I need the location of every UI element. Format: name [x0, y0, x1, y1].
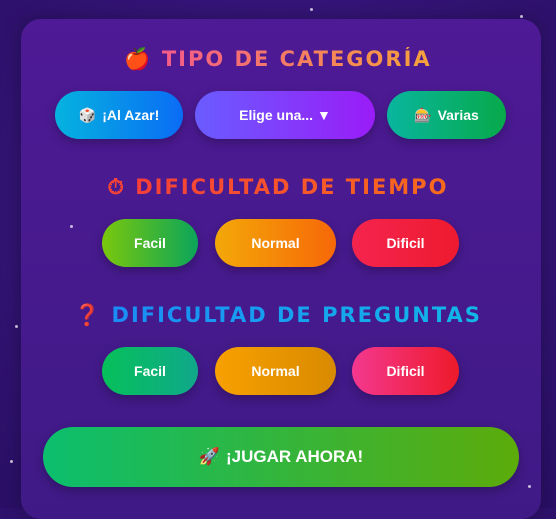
- play-now-button[interactable]: 🚀 ¡JUGAR AHORA!: [43, 427, 519, 487]
- questions-easy-button[interactable]: Facil: [102, 347, 198, 395]
- questions-hard-button[interactable]: Dificil: [352, 347, 459, 395]
- multi-category-button[interactable]: 🎰 Varias: [387, 91, 506, 139]
- dice-icon: 🎲: [78, 106, 97, 123]
- questions-heading: ❓ DIFICULTAD DE PREGUNTAS: [74, 303, 482, 327]
- category-heading: 🍎 TIPO DE CATEGORÍA: [124, 47, 432, 71]
- slot-machine-icon: 🎰: [414, 106, 432, 123]
- category-select[interactable]: Elige una... ▼: [195, 91, 375, 139]
- random-category-button[interactable]: 🎲 ¡Al Azar!: [55, 91, 183, 139]
- time-normal-button[interactable]: Normal: [215, 219, 336, 267]
- time-heading: ⏱ DIFICULTAD DE TIEMPO: [107, 175, 449, 199]
- question-icon: ❓: [74, 303, 103, 327]
- rocket-icon: 🚀: [198, 447, 220, 466]
- time-hard-button[interactable]: Dificil: [352, 219, 459, 267]
- time-easy-button[interactable]: Facil: [102, 219, 198, 267]
- questions-normal-button[interactable]: Normal: [215, 347, 336, 395]
- apple-icon: 🍎: [124, 47, 153, 71]
- stopwatch-icon: ⏱: [107, 175, 126, 199]
